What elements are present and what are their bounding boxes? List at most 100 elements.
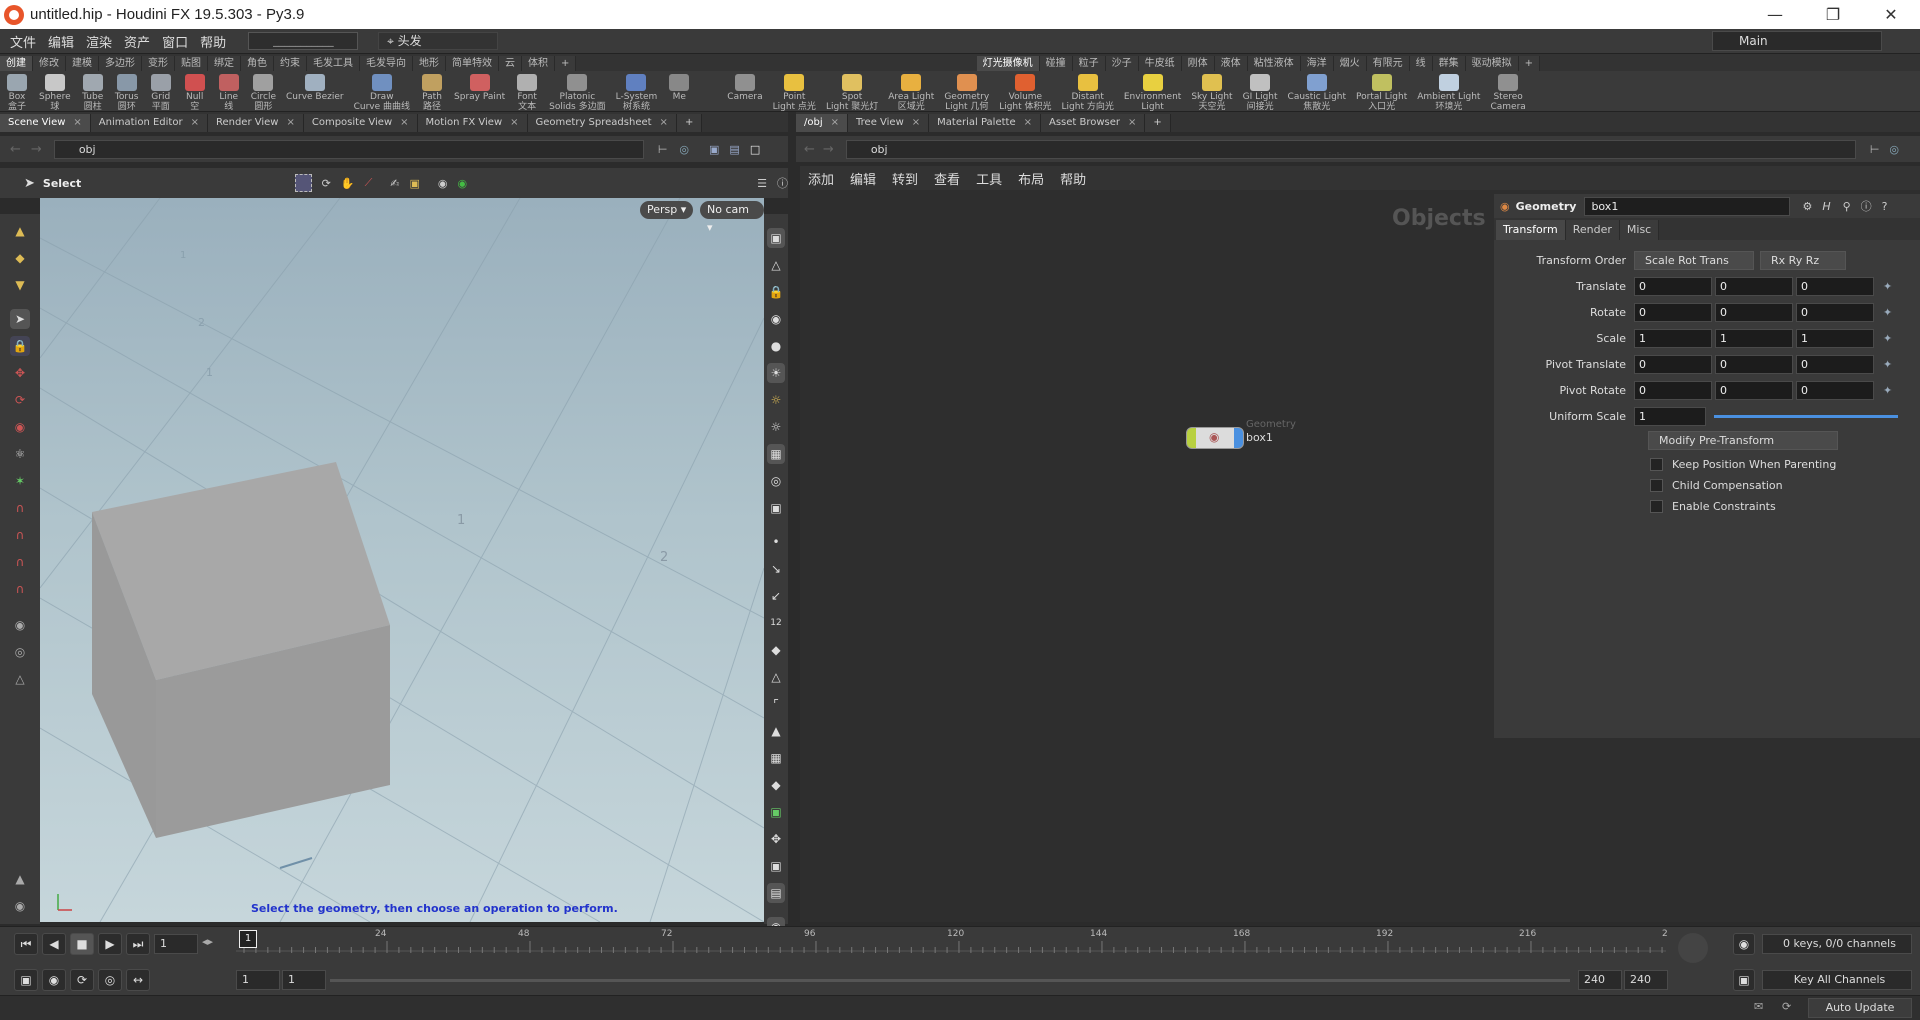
realtime-dial-icon[interactable] — [1678, 933, 1708, 963]
pane-tab[interactable]: Material Palette × — [929, 114, 1041, 132]
timeline-cursor[interactable]: 1 — [239, 930, 257, 948]
close-tab-icon[interactable]: × — [1128, 117, 1136, 128]
child-compensation-checkbox[interactable]: Child Compensation — [1650, 479, 1783, 492]
add-pane-tab-icon[interactable]: + — [676, 114, 703, 132]
close-tab-icon[interactable]: × — [510, 117, 518, 128]
shelf-tool-volume[interactable]: Volume Light 体积光 — [994, 74, 1056, 112]
vertex-icon[interactable]: ↙ — [767, 586, 785, 606]
keys-channels-menu[interactable]: 0 keys, 0/0 channels — [1762, 934, 1912, 954]
shelf-tool-portal-light[interactable]: Portal Light 入口光 — [1351, 74, 1412, 112]
shelf-tool-distant[interactable]: Distant Light 方向光 — [1057, 74, 1119, 112]
lasso-select-icon[interactable]: ⟳ — [322, 177, 331, 190]
close-tab-icon[interactable]: × — [1024, 117, 1032, 128]
loop-icon[interactable]: ⟳ — [70, 969, 94, 991]
shelf-tool-ambient-light[interactable]: Ambient Light 环境光 — [1412, 74, 1485, 112]
maximize-button[interactable]: ❐ — [1804, 0, 1862, 29]
pane-tab[interactable]: /obj × — [796, 114, 849, 132]
uniform-scale-field[interactable]: 1 — [1634, 406, 1706, 426]
shelf-tab[interactable]: 角色 — [241, 56, 274, 71]
tab-transform[interactable]: Transform — [1496, 220, 1566, 240]
minimize-button[interactable]: — — [1746, 0, 1804, 29]
key-icon[interactable]: ▣ — [1733, 969, 1755, 991]
shelf-tool-box[interactable]: Box 盒子 — [0, 74, 34, 112]
keep-position-checkbox[interactable]: Keep Position When Parenting — [1650, 458, 1836, 471]
ghost-icon[interactable]: ◉ — [767, 309, 785, 329]
param-field[interactable]: 0 — [1715, 354, 1793, 374]
persp-menu-button[interactable]: Persp ▾ — [640, 201, 694, 219]
select-objects-icon[interactable]: ▣ — [410, 177, 420, 190]
node-name-field[interactable]: box1 — [1584, 196, 1791, 216]
add-shelf-tab-icon[interactable]: + — [555, 56, 577, 71]
step-frame-icon[interactable]: ◂▸ — [202, 935, 213, 948]
maximize-pane-icon[interactable]: □ — [750, 143, 760, 156]
shelf-tool-gi-light[interactable]: GI Light 间接光 — [1238, 74, 1283, 112]
range-slider[interactable] — [330, 979, 1570, 982]
close-button[interactable]: ✕ — [1862, 0, 1920, 29]
goto-start-button[interactable]: ⏮ — [14, 933, 38, 955]
shelf-tab[interactable]: 沙子 — [1105, 56, 1139, 71]
key-all-channels-button[interactable]: Key All Channels — [1762, 970, 1912, 990]
magnet-1-icon[interactable]: ∩ — [10, 498, 30, 518]
menu-help[interactable]: 帮助 — [194, 32, 232, 51]
lock-icon[interactable]: 🔒 — [10, 336, 30, 356]
network-menu-item[interactable]: 转到 — [884, 169, 926, 188]
shelf-tab[interactable]: 绑定 — [208, 56, 241, 71]
shelf-tab[interactable]: 变形 — [142, 56, 175, 71]
play-button[interactable]: ▶ — [98, 933, 122, 955]
step-back-button[interactable]: ◀ — [42, 933, 66, 955]
playback-start-field[interactable]: 1 — [282, 970, 326, 990]
shelf-tab[interactable]: 毛发工具 — [307, 56, 360, 71]
shelf-tab[interactable]: 有限元 — [1366, 56, 1410, 71]
param-field[interactable]: 0 — [1634, 354, 1712, 374]
display-icon[interactable]: ▤ — [729, 143, 739, 156]
display-icon-2[interactable]: △ — [767, 255, 785, 275]
shelf-tool-l-system[interactable]: L-System 树系统 — [611, 74, 663, 112]
select-groups-icon[interactable]: ✍ — [390, 177, 399, 190]
shelf-tool-path[interactable]: Path 路径 — [415, 74, 449, 112]
checker-icon[interactable]: ▦ — [767, 748, 785, 768]
uniform-scale-slider[interactable] — [1714, 414, 1898, 418]
shelf-tab[interactable]: 刚体 — [1181, 56, 1215, 71]
transform-order-select[interactable]: Scale Rot Trans — [1634, 250, 1754, 270]
viewport-layout-icon[interactable]: ▦ — [767, 444, 785, 464]
close-tab-icon[interactable]: × — [400, 117, 408, 128]
shelf-tab[interactable]: 简单特效 — [446, 56, 499, 71]
scale-icon[interactable]: ◉ — [10, 417, 30, 437]
desktop-layout-select[interactable]: ___________ — [248, 32, 359, 50]
menu-file[interactable]: 文件 — [4, 32, 42, 51]
shelf-tool-area-light[interactable]: Area Light 区域光 — [883, 74, 939, 112]
param-field[interactable]: 0 — [1796, 302, 1874, 322]
shelf-tool-caustic-light[interactable]: Caustic Light 焦散光 — [1283, 74, 1352, 112]
magnet-4-icon[interactable]: ∩ — [10, 579, 30, 599]
prims-icon[interactable]: ◆ — [767, 640, 785, 660]
stop-button[interactable]: ■ — [70, 933, 94, 955]
tab-misc[interactable]: Misc — [1619, 220, 1660, 240]
menu-edit[interactable]: 编辑 — [42, 32, 80, 51]
shelf-tool-circle[interactable]: Circle 圆形 — [246, 74, 281, 112]
pin-icon[interactable]: ⊢ — [658, 143, 668, 156]
net-back-icon[interactable]: ← — [804, 142, 815, 157]
shelf-tool-spray-paint[interactable]: Spray Paint — [449, 74, 510, 102]
network-menu-item[interactable]: 帮助 — [1052, 169, 1094, 188]
shelf-tab[interactable]: 群集 — [1432, 56, 1466, 71]
shelf-tool-torus[interactable]: Torus 圆环 — [110, 74, 144, 112]
shape-icon[interactable]: ▲ — [767, 721, 785, 741]
shelf-tab[interactable]: 牛皮纸 — [1138, 56, 1182, 71]
viewer-help-icon[interactable]: ⓘ — [777, 175, 788, 191]
param-channel-icon[interactable]: ✦ — [1883, 384, 1892, 397]
camera-tool-icon[interactable]: ◉ — [10, 615, 30, 635]
shelf-tool-sky-light[interactable]: Sky Light 天空光 — [1186, 74, 1237, 112]
shelf-tool-font[interactable]: Font 文本 — [510, 74, 544, 112]
camera-menu-button[interactable]: No cam ▾ — [700, 201, 764, 234]
close-tab-icon[interactable]: × — [286, 117, 294, 128]
shelf-tool-me[interactable]: Me — [662, 74, 696, 102]
menu-render[interactable]: 渲染 — [80, 32, 118, 51]
shelf-tab[interactable]: 海洋 — [1300, 56, 1334, 71]
normals-icon[interactable]: ↘ — [767, 559, 785, 579]
scene-viewport[interactable]: 1 2 1 2 1 Persp ▾ No cam ▾ Select the ge… — [40, 198, 764, 922]
select-arrow-icon[interactable]: ➤ — [24, 176, 35, 191]
param-channel-icon[interactable]: ✦ — [1883, 358, 1892, 371]
pane-tab[interactable]: Motion FX View × — [417, 114, 528, 132]
param-help-icon[interactable]: ? — [1882, 200, 1888, 213]
network-menu-item[interactable]: 布局 — [1010, 169, 1052, 188]
